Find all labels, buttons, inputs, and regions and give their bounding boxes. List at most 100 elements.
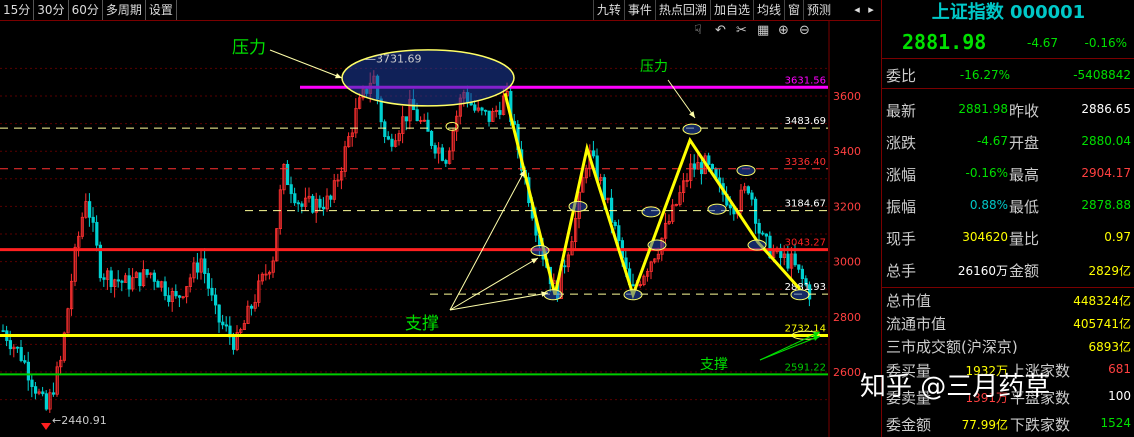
kline-svg: 3600 3400 3200 3000 2800 2600 3631.56 3483.69 33… — [0, 20, 861, 437]
candle-body — [404, 116, 409, 122]
candle-body — [300, 203, 304, 207]
tool-button-5[interactable]: 窗 — [783, 0, 803, 20]
candle-body — [444, 160, 448, 164]
market-row: 总市值 448324亿 — [882, 288, 1134, 311]
tool-button-6[interactable]: 预测 — [802, 0, 834, 20]
quote-value: 304620 — [962, 230, 1008, 244]
quote-value: -0.16% — [965, 166, 1008, 180]
candle-body — [206, 273, 210, 289]
chevron-right-icon[interactable]: ▸ — [864, 2, 878, 17]
quote-label: 现手 — [886, 230, 917, 248]
pressure-label: 压力 — [232, 38, 266, 58]
kline-chart[interactable]: 3600 3400 3200 3000 2800 2600 3631.56 3483.69 33… — [0, 20, 880, 437]
candle-body — [318, 198, 322, 208]
market-table: 总市值 448324亿 流通市值 405741亿 三市成交额(沪深京) 6893亿 — [882, 287, 1134, 357]
chevron-left-icon[interactable]: ◂ — [850, 2, 864, 17]
support-label: 支撑 — [405, 314, 439, 334]
candle-body — [764, 233, 769, 237]
tool-button-0[interactable]: 九转 — [592, 0, 624, 20]
candle-body — [138, 272, 142, 287]
undo-icon[interactable]: ↶ — [715, 23, 726, 38]
pressure-arrow — [667, 79, 696, 119]
candle-body — [52, 392, 56, 395]
zoom-in-icon[interactable]: ⊕ — [778, 23, 789, 38]
level-label: 3631.56 — [785, 75, 826, 86]
candle-body — [177, 295, 182, 298]
hand-icon[interactable]: ☟ — [694, 23, 702, 38]
candle-body — [480, 107, 484, 111]
quote-label: 金额 — [1009, 262, 1040, 280]
candle-body — [8, 340, 12, 350]
candle-body — [617, 225, 621, 241]
quote-value: 26160万 — [957, 264, 1008, 278]
quote-label: 开盘 — [1009, 134, 1040, 152]
candle-body — [195, 262, 200, 273]
grid-icon[interactable]: ▦ — [757, 23, 769, 38]
market-value: 405741亿 — [1073, 317, 1131, 331]
weibi-value: -5408842 — [1073, 68, 1131, 82]
candle-body — [163, 281, 167, 297]
candle-body — [383, 121, 387, 138]
quote-row: 现手 304620 量比 0.97 — [882, 221, 1134, 253]
quote-value: 2886.65 — [1081, 102, 1131, 116]
pivot-marker — [747, 239, 767, 251]
candle-body — [34, 386, 38, 394]
support-label: 支撑 — [700, 357, 728, 373]
candle-body — [221, 321, 225, 326]
candle-body — [88, 201, 92, 218]
quote-value: -4.67 — [976, 134, 1008, 148]
candle-body — [156, 280, 160, 288]
low-arrow-icon — [41, 423, 51, 430]
candle-body — [19, 347, 23, 361]
watermark: 知乎 @三月药草 — [860, 372, 1051, 402]
order-value: 681 — [1108, 362, 1131, 376]
candle-body — [116, 279, 120, 282]
index-title: 上证指数 000001 — [931, 2, 1086, 23]
order-row: 委金额 77.99亿 下跌家数 1524 — [882, 410, 1134, 437]
candle-body — [145, 269, 149, 275]
tool-button-4[interactable]: 均线 — [752, 0, 784, 20]
candle-body — [289, 184, 293, 195]
period-tab-1[interactable]: 30分 — [34, 0, 69, 20]
candle-body — [592, 150, 596, 157]
scissors-icon[interactable]: ✂ — [736, 23, 747, 38]
quote-row: 最新 2881.98 昨收 2886.65 — [882, 93, 1134, 125]
level-label: 3483.69 — [785, 116, 826, 127]
tool-button-3[interactable]: 加自选 — [709, 0, 753, 20]
candle-body — [707, 155, 711, 165]
candle-body — [102, 277, 106, 280]
period-tab-0[interactable]: 15分 — [0, 0, 35, 20]
quote-label: 涨幅 — [886, 166, 917, 184]
tool-button-1[interactable]: 事件 — [623, 0, 655, 20]
pressure-arrow — [269, 49, 343, 79]
candle-body — [631, 284, 635, 287]
period-tab-4[interactable]: 设置 — [146, 0, 177, 20]
order-label: 委金额 — [886, 416, 932, 434]
quote-value: 2878.88 — [1081, 198, 1131, 212]
zoom-out-icon[interactable]: ⊖ — [799, 23, 810, 38]
period-tab-3[interactable]: 多周期 — [103, 0, 146, 20]
period-tab-2[interactable]: 60分 — [69, 0, 103, 20]
candle-body — [285, 163, 290, 186]
candle-body — [91, 216, 95, 223]
chart-toolbar: 15分 30分 60分 多周期 设置 九转 事件 热点回溯 加自选 均线窗预测 ◂ ▸ — [0, 0, 880, 21]
quote-value: 0.88% — [969, 198, 1008, 212]
candle-body — [15, 346, 20, 349]
candle-body — [710, 164, 715, 170]
market-row: 流通市值 405741亿 — [882, 311, 1134, 334]
pivot-marker — [530, 245, 550, 257]
quote-row: 总手 26160万 金额 2829亿 — [882, 253, 1134, 285]
pivot-marker — [736, 165, 756, 177]
tool-button-2[interactable]: 热点回溯 — [654, 0, 710, 20]
quote-label: 振幅 — [886, 198, 917, 216]
candle-body — [321, 206, 326, 210]
order-value: 77.99亿 — [961, 418, 1008, 432]
pressure-arrow-head — [335, 73, 342, 79]
quote-row: 涨跌 -4.67 开盘 2880.04 — [882, 125, 1134, 157]
quote-value: 2829亿 — [1088, 264, 1131, 278]
quote-label: 昨收 — [1009, 102, 1040, 120]
price-axis-label: 2800 — [833, 311, 861, 324]
candle-body — [210, 287, 214, 296]
price-axis-label: 3400 — [833, 145, 861, 158]
price-axis-label: 3000 — [833, 256, 861, 269]
